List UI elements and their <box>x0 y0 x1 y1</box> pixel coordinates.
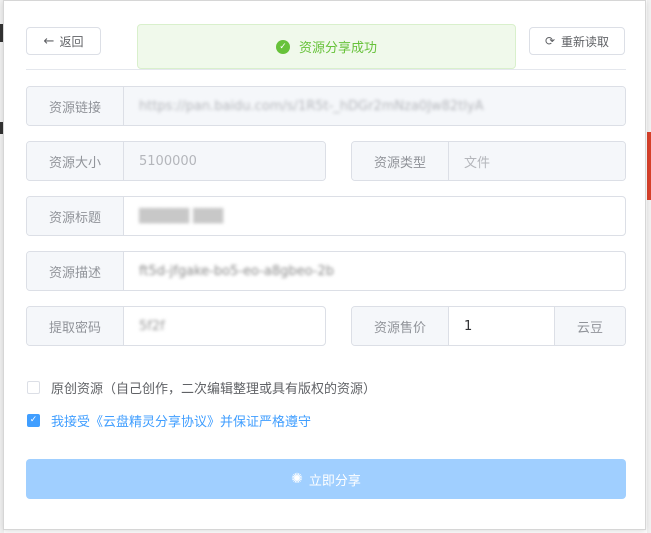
resource-title-input[interactable]: █████ ███ <box>124 197 625 235</box>
original-resource-label: 原创资源（自己创作，二次编辑整理或具有版权的资源） <box>51 382 377 397</box>
resource-type-value: 文件 <box>464 155 491 171</box>
arrow-left-icon: ← <box>43 33 55 49</box>
resource-title-field: 资源标题 █████ ███ <box>26 196 626 236</box>
price-unit-label: 云豆 <box>554 307 625 345</box>
agreement-checkbox[interactable]: ✓ 我接受《云盘精灵分享协议》并保证严格遵守 <box>27 411 311 430</box>
reload-button-label: 重新读取 <box>561 34 610 49</box>
reload-button[interactable]: ⟳ 重新读取 <box>529 27 625 55</box>
resource-size-label: 资源大小 <box>27 142 124 180</box>
checkbox-checked-icon[interactable]: ✓ <box>27 414 40 427</box>
resource-price-input[interactable]: 1 <box>449 307 554 345</box>
resource-size-input[interactable]: 5100000 <box>124 142 325 180</box>
share-now-label: 立即分享 <box>308 473 361 489</box>
resource-size-value: 5100000 <box>139 153 197 169</box>
refresh-icon: ⟳ <box>544 34 556 48</box>
checkbox-unchecked-icon[interactable] <box>27 381 40 394</box>
share-now-button[interactable]: ✺ 立即分享 <box>26 459 626 499</box>
resource-desc-input[interactable]: ft5d-jfgake-bo5-eo-a8gbeo-2b <box>124 252 625 290</box>
share-dialog: ← 返回 ✓ 资源分享成功 ⟳ 重新读取 资源链接 https://pan.ba… <box>3 0 646 530</box>
success-alert: ✓ 资源分享成功 <box>137 24 516 69</box>
resource-link-field: 资源链接 https://pan.baidu.com/s/1R5t-_hDGr2… <box>26 86 626 126</box>
original-resource-checkbox[interactable]: 原创资源（自己创作，二次编辑整理或具有版权的资源） <box>27 378 376 397</box>
resource-link-input[interactable]: https://pan.baidu.com/s/1R5t-_hDGr2mNza0… <box>124 87 625 125</box>
check-circle-icon: ✓ <box>275 39 290 54</box>
resource-link-value: https://pan.baidu.com/s/1R5t-_hDGr2mNza0… <box>139 98 484 114</box>
resource-title-label: 资源标题 <box>27 197 124 235</box>
loading-spinner-icon: ✺ <box>291 471 303 487</box>
resource-title-value: █████ ███ <box>139 208 224 224</box>
extract-code-input[interactable]: 5f2f <box>124 307 325 345</box>
resource-size-field: 资源大小 5100000 <box>26 141 326 181</box>
resource-link-label: 资源链接 <box>27 87 124 125</box>
extract-code-label: 提取密码 <box>27 307 124 345</box>
agreement-label[interactable]: 我接受《云盘精灵分享协议》并保证严格遵守 <box>51 411 311 430</box>
resource-type-label: 资源类型 <box>352 142 449 180</box>
success-message: 资源分享成功 <box>298 41 377 56</box>
back-button[interactable]: ← 返回 <box>26 27 101 55</box>
resource-type-input[interactable]: 文件 <box>449 142 625 180</box>
extract-code-field: 提取密码 5f2f <box>26 306 326 346</box>
resource-desc-field: 资源描述 ft5d-jfgake-bo5-eo-a8gbeo-2b <box>26 251 626 291</box>
resource-desc-label: 资源描述 <box>27 252 124 290</box>
resource-type-field: 资源类型 文件 <box>351 141 626 181</box>
resource-price-value: 1 <box>464 318 473 334</box>
resource-price-label: 资源售价 <box>352 307 449 345</box>
header-divider <box>26 69 626 70</box>
back-button-label: 返回 <box>59 34 84 49</box>
resource-desc-value: ft5d-jfgake-bo5-eo-a8gbeo-2b <box>139 263 335 279</box>
background-page-fragment <box>647 132 651 200</box>
resource-price-field: 资源售价 1 云豆 <box>351 306 626 346</box>
extract-code-value: 5f2f <box>139 318 165 334</box>
background-page-edge-right <box>647 0 651 533</box>
